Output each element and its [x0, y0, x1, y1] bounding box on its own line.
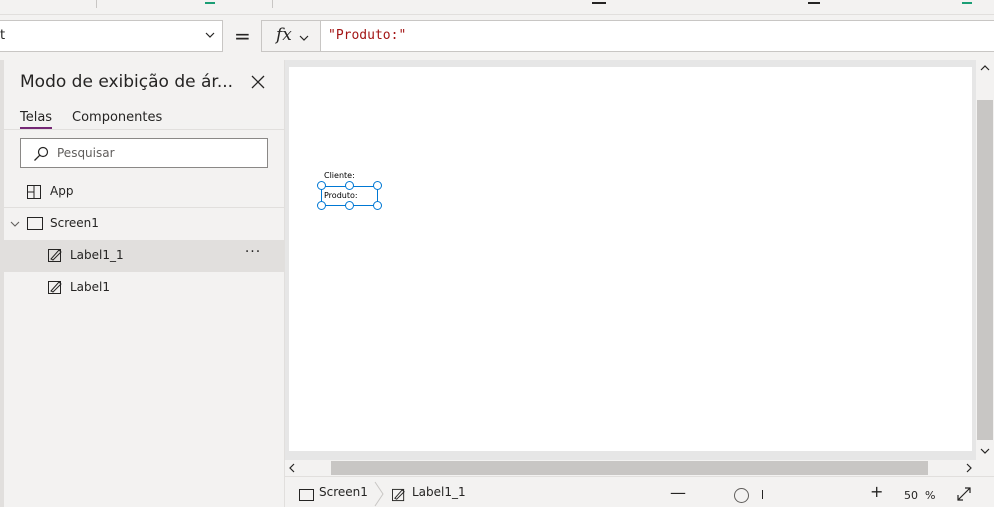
zoom-unit: % — [925, 489, 936, 502]
chevron-down-icon[interactable] — [10, 219, 20, 229]
property-dropdown[interactable]: t — [0, 20, 223, 52]
breadcrumb-screen1[interactable]: Screen1 — [319, 485, 368, 499]
zoom-out-button[interactable]: — — [670, 483, 686, 502]
label-edit-icon — [48, 249, 62, 262]
canvas-screen[interactable]: Cliente: Produto: — [289, 67, 972, 451]
ribbon-separator — [96, 0, 97, 8]
more-options-icon[interactable]: ··· — [242, 244, 264, 264]
ribbon-fragment — [205, 0, 215, 4]
screen-icon — [299, 489, 314, 501]
fx-icon: fx — [276, 25, 292, 45]
tab-divider — [4, 129, 284, 130]
scroll-left-icon[interactable] — [287, 463, 297, 473]
tree-item-label1-1[interactable]: Label1_1 ··· — [4, 240, 284, 272]
search-box[interactable] — [20, 138, 268, 168]
resize-handle[interactable] — [345, 201, 354, 210]
formula-text: "Produto:" — [328, 28, 407, 43]
app-grid-icon — [27, 185, 41, 199]
vertical-scroll-thumb[interactable] — [977, 100, 993, 440]
tree-item-label: App — [50, 184, 74, 198]
tab-telas[interactable]: Telas — [20, 110, 53, 129]
tree-item-label1[interactable]: Label1 — [4, 272, 284, 304]
chevron-down-icon — [299, 35, 309, 41]
zoom-slider-knob[interactable] — [734, 488, 749, 503]
ribbon-remnant — [0, 0, 994, 15]
tree-item-label: Screen1 — [50, 216, 99, 230]
tree-item-screen1[interactable]: Screen1 — [4, 208, 284, 240]
canvas-area: Cliente: Produto: — [285, 60, 994, 460]
horizontal-scrollbar[interactable] — [285, 460, 976, 476]
breadcrumb-label1-1[interactable]: Label1_1 — [412, 485, 466, 499]
resize-handle[interactable] — [317, 201, 326, 210]
scroll-right-icon[interactable] — [964, 463, 974, 473]
panel-title: Modo de exibição de ár... — [20, 72, 234, 92]
vertical-scrollbar[interactable] — [976, 60, 994, 460]
search-input[interactable] — [57, 144, 257, 162]
property-value: t — [0, 28, 6, 43]
formula-input[interactable]: "Produto:" — [320, 20, 994, 52]
scroll-up-icon[interactable] — [980, 63, 990, 73]
horizontal-scroll-thumb[interactable] — [331, 461, 928, 475]
scroll-down-icon[interactable] — [980, 446, 990, 456]
tree-item-label: Label1_1 — [70, 248, 124, 262]
zoom-slider-tick — [762, 490, 763, 499]
resize-handle[interactable] — [345, 181, 354, 190]
tab-componentes[interactable]: Componentes — [72, 110, 162, 125]
breadcrumb-separator-icon — [374, 481, 384, 507]
resize-handle[interactable] — [373, 201, 382, 210]
ribbon-fragment — [808, 0, 820, 4]
ribbon-fragment — [962, 0, 972, 4]
label-edit-icon — [48, 281, 62, 294]
zoom-in-button[interactable]: + — [870, 482, 883, 501]
tree-item-app[interactable]: App — [4, 176, 284, 208]
canvas-label-cliente[interactable]: Cliente: — [324, 171, 355, 180]
ribbon-fragment — [592, 0, 606, 4]
fx-button[interactable]: fx — [261, 20, 321, 52]
tree-view-panel: Modo de exibição de ár... Telas Componen… — [0, 60, 285, 507]
chevron-down-icon — [205, 32, 215, 38]
status-bar: Screen1 Label1_1 — + 50 % — [285, 476, 994, 507]
resize-handle[interactable] — [317, 181, 326, 190]
resize-handle[interactable] — [373, 181, 382, 190]
ribbon-separator — [272, 0, 273, 8]
tree-item-label: Label1 — [70, 280, 111, 294]
formula-bar: t = fx "Produto:" — [0, 15, 994, 60]
canvas-label-produto[interactable]: Produto: — [324, 191, 358, 200]
zoom-value: 50 — [904, 489, 918, 502]
fullscreen-icon[interactable] — [957, 487, 971, 501]
equals-sign: = — [234, 24, 251, 48]
label-edit-icon — [392, 488, 405, 502]
close-icon[interactable] — [250, 74, 266, 90]
screen-icon — [27, 217, 43, 230]
search-icon — [34, 146, 49, 161]
